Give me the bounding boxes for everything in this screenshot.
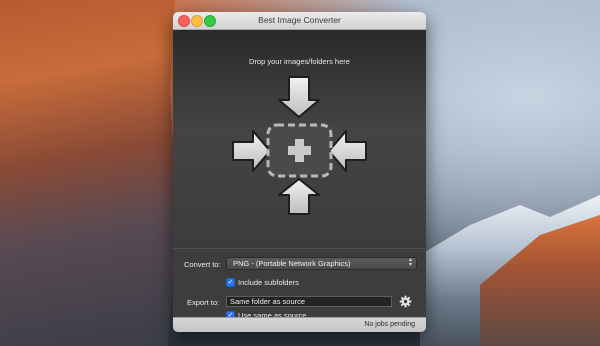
status-text: No jobs pending — [364, 321, 415, 328]
arrow-down-icon — [278, 76, 320, 118]
arrow-up-icon — [278, 178, 320, 215]
wallpaper-cliff — [0, 0, 176, 346]
plus-icon — [266, 123, 333, 178]
include-subfolders-checkbox[interactable]: ✓ — [226, 278, 235, 287]
drop-zone[interactable]: Drop your images/folders here — [173, 30, 426, 248]
convert-to-label: Convert to: — [184, 260, 221, 269]
title-bar[interactable]: Best Image Converter — [173, 12, 426, 30]
options-panel: Convert to: PNG - (Portable Network Grap… — [173, 248, 426, 320]
export-destination-value: Same folder as source — [230, 297, 306, 306]
include-subfolders-label: Include subfolders — [238, 278, 299, 287]
window-title: Best Image Converter — [258, 15, 341, 25]
format-select[interactable]: PNG - (Portable Network Graphics) ▴ ▾ — [226, 257, 417, 270]
export-destination-field[interactable]: Same folder as source — [226, 296, 392, 307]
chevron-updown-icon: ▴ ▾ — [408, 257, 412, 268]
arrow-left-icon — [328, 130, 367, 172]
drop-zone-illustration — [232, 76, 367, 215]
gear-icon[interactable] — [399, 295, 412, 308]
export-to-label: Export to: — [187, 298, 220, 307]
app-window: Best Image Converter Drop your images/fo… — [173, 12, 426, 332]
status-bar: No jobs pending — [173, 317, 426, 332]
arrow-right-icon — [232, 130, 271, 172]
format-select-value: PNG - (Portable Network Graphics) — [233, 259, 351, 268]
